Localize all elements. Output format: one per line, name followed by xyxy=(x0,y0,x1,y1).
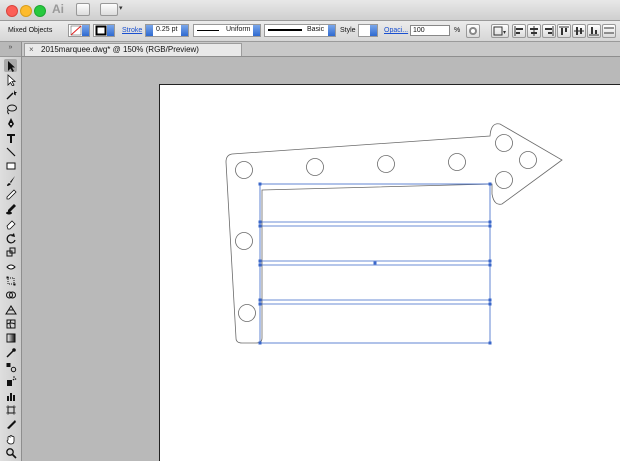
stroke-label[interactable]: Stroke xyxy=(122,27,142,34)
align-horizontal-center-icon[interactable] xyxy=(527,24,541,38)
control-panel: Mixed Objects Stroke 0.25 pt Uniform Bas… xyxy=(0,21,620,42)
scale-tool[interactable] xyxy=(4,245,17,258)
chevron-down-icon[interactable]: ▾ xyxy=(119,4,123,12)
align-bottom-icon[interactable] xyxy=(587,24,601,38)
hand-tool[interactable] xyxy=(4,432,17,445)
selection-label: Mixed Objects xyxy=(8,27,53,34)
blend-tool[interactable] xyxy=(4,360,17,373)
symbol-sprayer-tool[interactable] xyxy=(4,374,17,387)
free-transform-tool[interactable] xyxy=(4,274,17,287)
tools-panel: » xyxy=(0,42,22,461)
blob-brush-tool[interactable] xyxy=(4,202,17,215)
zoom-tool[interactable] xyxy=(4,446,17,459)
document-tab-title: 2015marquee.dwg* @ 150% (RGB/Preview) xyxy=(41,45,199,54)
eraser-tool[interactable] xyxy=(4,217,17,230)
selection-tool[interactable] xyxy=(4,59,17,72)
pen-tool[interactable] xyxy=(4,116,17,129)
width-tool[interactable] xyxy=(4,260,17,273)
artboard[interactable] xyxy=(159,84,620,461)
stroke-color-dropdown[interactable] xyxy=(93,24,115,37)
zoom-window-button[interactable] xyxy=(34,5,46,17)
profile-label: Uniform xyxy=(226,26,251,33)
mesh-tool[interactable] xyxy=(4,317,17,330)
align-vertical-center-icon[interactable] xyxy=(572,24,586,38)
pencil-tool[interactable] xyxy=(4,188,17,201)
perspective-grid-tool[interactable] xyxy=(4,303,17,316)
minimize-window-button[interactable] xyxy=(20,5,32,17)
close-window-button[interactable] xyxy=(6,5,18,17)
svg-text:▾: ▾ xyxy=(503,30,506,36)
gradient-tool[interactable] xyxy=(4,331,17,344)
line-segment-tool[interactable] xyxy=(4,145,17,158)
column-graph-tool[interactable] xyxy=(4,389,17,402)
profile-line-icon xyxy=(197,30,219,31)
brush-label: Basic xyxy=(307,26,325,33)
close-tab-icon[interactable]: × xyxy=(29,44,34,55)
arrange-documents-button[interactable] xyxy=(100,3,118,16)
brush-definition-dropdown[interactable]: Basic xyxy=(264,24,336,37)
tools-panel-collapse-icon[interactable]: » xyxy=(0,42,21,57)
style-label: Style xyxy=(340,27,356,34)
align-to-dropdown[interactable]: ▾ xyxy=(491,24,509,38)
type-tool[interactable] xyxy=(4,131,17,144)
shape-builder-tool[interactable] xyxy=(4,288,17,301)
magic-wand-tool[interactable] xyxy=(4,88,17,101)
brush-line-icon xyxy=(268,29,302,31)
direct-selection-tool[interactable] xyxy=(4,73,17,86)
opacity-label[interactable]: Opaci... xyxy=(384,27,408,34)
align-top-icon[interactable] xyxy=(557,24,571,38)
app-logo: Ai xyxy=(52,2,64,16)
recolor-artwork-button[interactable] xyxy=(466,24,480,38)
bridge-button[interactable] xyxy=(76,3,90,16)
align-left-icon[interactable] xyxy=(512,24,526,38)
paintbrush-tool[interactable] xyxy=(4,174,17,187)
opacity-unit: % xyxy=(454,27,461,34)
opacity-field[interactable]: 100 xyxy=(410,25,450,36)
fill-color-dropdown[interactable] xyxy=(68,24,90,37)
artboard-tool[interactable] xyxy=(4,403,17,416)
app-toolbar: Ai ▾ xyxy=(0,0,620,21)
distribute-top-icon[interactable] xyxy=(602,24,616,38)
document-tab-bar: × 2015marquee.dwg* @ 150% (RGB/Preview) xyxy=(22,42,620,57)
eyedropper-tool[interactable] xyxy=(4,346,17,359)
align-right-icon[interactable] xyxy=(542,24,556,38)
document-tab[interactable]: × 2015marquee.dwg* @ 150% (RGB/Preview) xyxy=(24,43,242,56)
rotate-tool[interactable] xyxy=(4,231,17,244)
graphic-style-dropdown[interactable] xyxy=(358,24,378,37)
lasso-tool[interactable] xyxy=(4,102,17,115)
rectangle-tool[interactable] xyxy=(4,159,17,172)
slice-tool[interactable] xyxy=(4,417,17,430)
variable-width-profile-dropdown[interactable]: Uniform xyxy=(193,24,261,37)
stroke-weight-field[interactable]: 0.25 pt xyxy=(145,24,189,37)
